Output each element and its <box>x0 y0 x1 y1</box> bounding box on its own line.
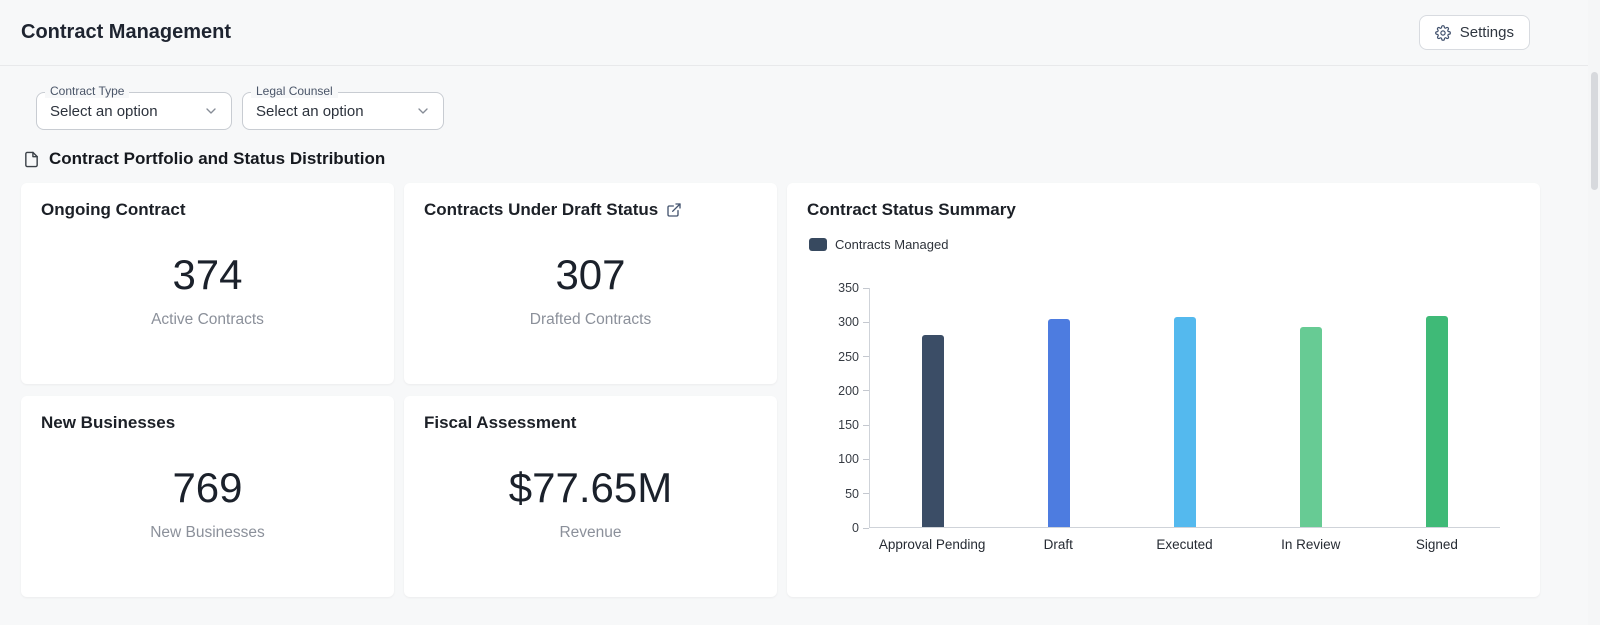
document-icon <box>23 151 40 168</box>
section-heading: Contract Portfolio and Status Distributi… <box>23 149 1600 169</box>
y-tick-300: 300 <box>836 315 869 329</box>
chart-legend: Contracts Managed <box>809 237 1520 252</box>
y-tick-200: 200 <box>836 384 869 398</box>
y-tick-250: 250 <box>836 350 869 364</box>
bar-draft <box>996 288 1122 527</box>
y-tick-100: 100 <box>836 452 869 466</box>
bar <box>1174 317 1196 527</box>
x-label-signed: Signed <box>1415 537 1458 552</box>
card-subtitle: New Businesses <box>150 523 265 541</box>
gear-icon <box>1434 24 1451 41</box>
card-body: 307 Drafted Contracts <box>424 212 757 367</box>
chevron-down-icon <box>203 103 219 119</box>
card-subtitle: Revenue <box>559 523 622 541</box>
cards-grid: Ongoing Contract 374 Active Contracts Co… <box>21 183 1540 597</box>
page-title: Contract Management <box>21 21 232 43</box>
x-label-executed: Executed <box>1156 537 1213 552</box>
card-value: 769 <box>172 463 243 511</box>
y-tick-0: 0 <box>836 521 869 535</box>
card-subtitle: Active Contracts <box>151 310 264 328</box>
chart-title: Contract Status Summary <box>807 200 1016 219</box>
card-value: 307 <box>555 250 626 298</box>
card-subtitle: Drafted Contracts <box>529 310 652 328</box>
contract-type-value: Select an option <box>50 102 158 120</box>
contract-type-label: Contract Type <box>45 84 130 98</box>
header: Contract Management Settings <box>0 0 1600 66</box>
card-fiscal-assessment: Fiscal Assessment $77.65M Revenue <box>404 396 777 597</box>
card-contracts-under-draft: Contracts Under Draft Status 307 Drafted… <box>404 183 777 384</box>
section-title: Contract Portfolio and Status Distributi… <box>49 149 386 168</box>
bar-chart: 0 50 100 150 200 250 300 350 Approval Pending Dr… <box>833 281 1500 552</box>
bar <box>1048 319 1070 527</box>
card-new-businesses: New Businesses 769 New Businesses <box>21 396 394 597</box>
y-tick-350: 350 <box>836 281 869 295</box>
y-tick-150: 150 <box>836 418 869 432</box>
chart-plot-column: Approval Pending Draft Executed In Review Si… <box>869 288 1500 552</box>
bar-approval-pending <box>870 288 996 527</box>
chart-y-axis: 0 50 100 150 200 250 300 350 <box>833 281 869 535</box>
bar-signed <box>1374 288 1500 527</box>
card-body: $77.65M Revenue <box>424 425 757 580</box>
legend-swatch <box>809 238 827 251</box>
chart-plot <box>869 288 1500 528</box>
legend-label: Contracts Managed <box>835 237 949 252</box>
contract-type-select[interactable]: Contract Type Select an option <box>36 84 232 130</box>
card-contract-status-summary: Contract Status Summary Contracts Manage… <box>787 183 1540 597</box>
bar <box>922 335 944 527</box>
x-label-draft: Draft <box>1043 537 1073 552</box>
legal-counsel-select[interactable]: Legal Counsel Select an option <box>242 84 444 130</box>
card-value: 374 <box>172 250 243 298</box>
filters: Contract Type Select an option Legal Cou… <box>36 84 1600 130</box>
bar <box>1426 316 1448 527</box>
scrollbar-thumb[interactable] <box>1591 72 1598 190</box>
card-body: 769 New Businesses <box>41 425 374 580</box>
settings-button[interactable]: Settings <box>1418 15 1530 50</box>
chevron-down-icon <box>415 103 431 119</box>
legal-counsel-value: Select an option <box>256 102 364 120</box>
card-ongoing-contract: Ongoing Contract 374 Active Contracts <box>21 183 394 384</box>
settings-button-label: Settings <box>1459 24 1514 41</box>
legal-counsel-label: Legal Counsel <box>251 84 338 98</box>
x-label-approval-pending: Approval Pending <box>878 537 986 552</box>
card-body: 374 Active Contracts <box>41 212 374 367</box>
x-label-in-review: In Review <box>1281 537 1341 552</box>
bar-executed <box>1122 288 1248 527</box>
chart-x-axis-labels: Approval Pending Draft Executed In Review Si… <box>869 528 1500 552</box>
scrollbar-track[interactable] <box>1588 0 1600 625</box>
bar <box>1300 327 1322 527</box>
card-value: $77.65M <box>508 463 673 511</box>
bar-in-review <box>1248 288 1374 527</box>
y-tick-50: 50 <box>836 487 869 501</box>
